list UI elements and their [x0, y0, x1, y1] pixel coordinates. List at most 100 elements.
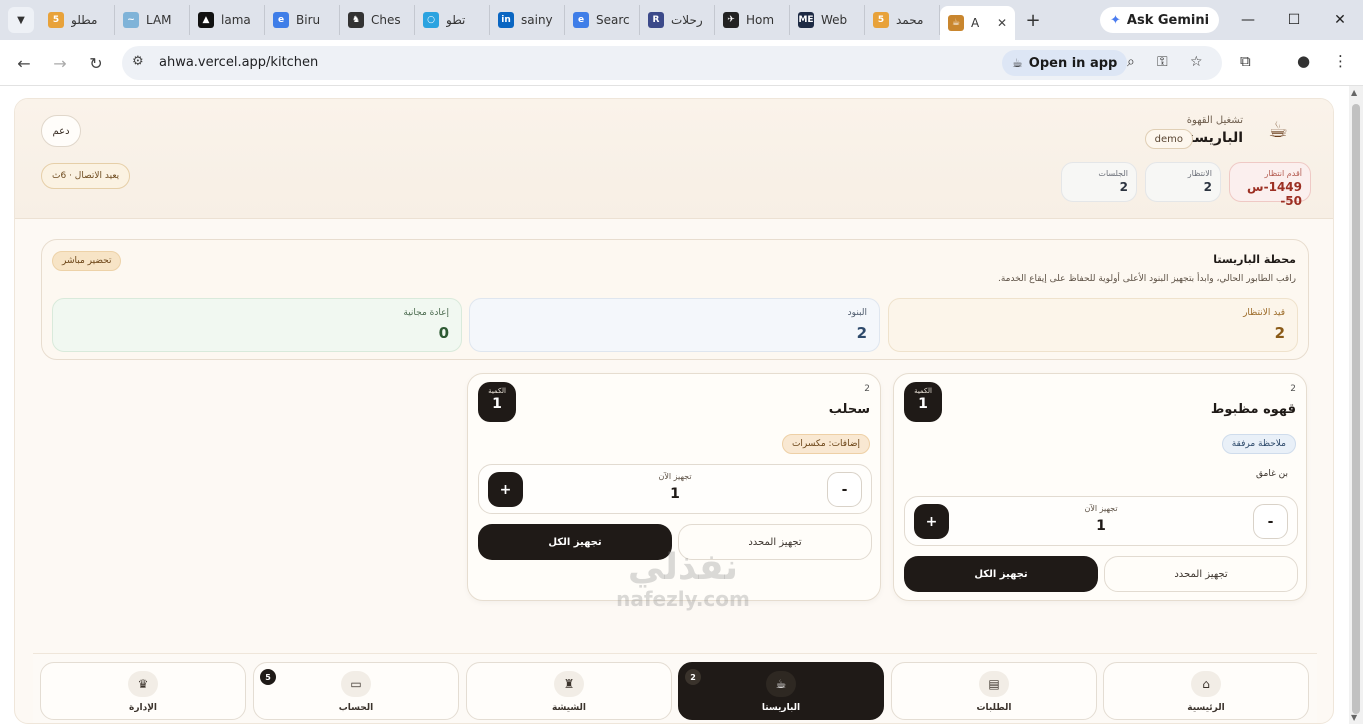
browser-tab[interactable]: in sainy	[490, 5, 565, 35]
bottom-navigation: ⌂ الرئيسية ▤ الطلبات 2 ☕ الباريستا ♜ الش…	[33, 653, 1317, 723]
app-header: ☕ تشغيل القهوة الباريستا demo أقدم انتظا…	[15, 99, 1333, 219]
tab-search-button[interactable]: ▼	[8, 7, 34, 33]
scroll-up-icon[interactable]: ▲	[1351, 88, 1357, 97]
prepare-now-stepper: + تجهيز الآن 1 -	[478, 464, 872, 514]
tab-favicon-icon: in	[498, 12, 514, 28]
nav-home[interactable]: ⌂ الرئيسية	[1103, 662, 1309, 720]
barista-station-panel: محطة الباريستا راقب الطابور الحالي، وابد…	[41, 239, 1309, 360]
app-icon: ☕	[1012, 56, 1023, 70]
browser-tab[interactable]: ~ LAM	[115, 5, 190, 35]
browser-tab[interactable]: ✈ Hom	[715, 5, 790, 35]
stat-sessions: الجلسات 2	[1061, 162, 1137, 202]
quantity-value: 1	[918, 396, 928, 412]
stepper-value: 1	[1096, 518, 1106, 534]
browser-menu-icon[interactable]: ⋮	[1333, 52, 1348, 70]
nav-barista[interactable]: 2 ☕ الباريستا	[678, 662, 884, 720]
url-text[interactable]: ahwa.vercel.app/kitchen	[159, 55, 318, 70]
stat-value: 2	[1119, 180, 1128, 194]
nav-label: الحساب	[338, 703, 374, 713]
tab-title: sainy	[521, 13, 553, 27]
quantity-label: الكمية	[914, 387, 932, 395]
tab-strip: 5 مطلو ~ LAM ▲ lama e Biru ♞ Ches ○ تطو in sainy e Sear…	[40, 0, 1015, 40]
scroll-thumb[interactable]	[1352, 104, 1360, 714]
ready-all-button[interactable]: تجهيز الكل	[904, 556, 1098, 592]
browser-tab[interactable]: ♞ Ches	[340, 5, 415, 35]
stepper-label: تجهيز الآن	[1084, 504, 1118, 513]
tab-favicon-icon: ♞	[348, 12, 364, 28]
tab-title: تطو	[446, 13, 466, 27]
nav-account[interactable]: 5 ▭ الحساب	[253, 662, 459, 720]
browser-tab[interactable]: ☕ A ✕	[940, 6, 1015, 40]
tab-title: مطلو	[71, 13, 98, 27]
ask-gemini-button[interactable]: ✦ Ask Gemini	[1100, 7, 1220, 33]
browser-tab[interactable]: 5 مطلو	[40, 5, 115, 35]
nav-orders[interactable]: ▤ الطلبات	[891, 662, 1097, 720]
new-tab-button[interactable]: +	[1019, 6, 1047, 34]
forward-button[interactable]: →	[47, 50, 73, 76]
minimize-button[interactable]: —	[1225, 0, 1271, 40]
ready-selected-button[interactable]: تجهيز المحدد	[1104, 556, 1298, 592]
brand-subtitle: تشغيل القهوة	[1186, 115, 1243, 126]
browser-tab[interactable]: ○ تطو	[415, 5, 490, 35]
quantity-label: الكمية	[488, 387, 506, 395]
extensions-icon[interactable]: ⧉	[1240, 52, 1251, 70]
quantity-badge: الكمية 1	[478, 382, 516, 422]
zoom-icon[interactable]: ⌕	[1127, 54, 1135, 70]
metric-value: 2	[856, 324, 867, 342]
maximize-button[interactable]: ☐	[1271, 0, 1317, 40]
stepper-label: تجهيز الآن	[658, 472, 692, 481]
note-attached-badge: ملاحظة مرفقة	[1221, 434, 1296, 454]
note-text: بن غامق	[1256, 469, 1288, 479]
nav-label: الشيشة	[552, 703, 586, 713]
stat-value: 2	[1203, 180, 1212, 194]
close-tab-icon[interactable]: ✕	[997, 16, 1007, 30]
tab-favicon-icon: ~	[123, 12, 139, 28]
bookmark-star-icon[interactable]: ☆	[1190, 54, 1203, 70]
order-card: 2 سحلب الكمية 1 إضافات: مكسرات + تجهيز ا…	[467, 373, 881, 601]
nav-label: الإدارة	[129, 703, 157, 713]
metric-waiting: قيد الانتظار 2	[888, 298, 1298, 352]
close-window-button[interactable]: ✕	[1317, 0, 1363, 40]
ready-selected-button[interactable]: تجهيز المحدد	[678, 524, 872, 560]
site-settings-icon[interactable]: ⚙	[132, 54, 144, 69]
open-in-app-button[interactable]: ☕ Open in app	[1002, 50, 1128, 76]
browser-tab[interactable]: 5 محمد	[865, 5, 940, 35]
hookah-icon: ♜	[554, 671, 584, 697]
coffee-cup-icon: ☕	[766, 671, 796, 697]
ready-all-button[interactable]: تجهيز الكل	[478, 524, 672, 560]
decrement-button[interactable]: -	[1253, 504, 1288, 539]
browser-tab[interactable]: e Biru	[265, 5, 340, 35]
nav-admin[interactable]: ♛ الإدارة	[40, 662, 246, 720]
tab-favicon-icon: e	[273, 12, 289, 28]
tab-favicon-icon: 5	[873, 12, 889, 28]
page-viewport: ☕ تشغيل القهوة الباريستا demo أقدم انتظا…	[0, 86, 1363, 724]
nav-shisha[interactable]: ♜ الشيشة	[466, 662, 672, 720]
quantity-badge: الكمية 1	[904, 382, 942, 422]
browser-toolbar: ← → ↻ ⚙ ahwa.vercel.app/kitchen ☕ Open in…	[0, 40, 1363, 86]
tab-title: A	[971, 16, 980, 30]
order-number: 2	[864, 384, 870, 394]
scroll-down-icon[interactable]: ▼	[1351, 713, 1357, 722]
stat-value: 1449-س 50-	[1247, 180, 1302, 208]
decrement-button[interactable]: -	[827, 472, 862, 507]
tab-title: رحلات	[671, 13, 703, 27]
tab-favicon-icon: ✈	[723, 12, 739, 28]
order-number: 2	[1290, 384, 1296, 394]
support-button[interactable]: دعم	[41, 115, 81, 147]
account-count-badge: 5	[260, 669, 276, 685]
reload-icon: ↻	[89, 53, 103, 73]
reload-button[interactable]: ↻	[83, 50, 109, 76]
browser-tab[interactable]: ▲ lama	[190, 5, 265, 35]
profile-avatar[interactable]: ●	[1297, 52, 1310, 70]
metric-label: إعادة مجانية	[403, 308, 449, 318]
page-scrollbar[interactable]: ▲ ▼	[1349, 86, 1363, 724]
ask-gemini-label: Ask Gemini	[1126, 12, 1210, 28]
address-bar[interactable]: ⚙ ahwa.vercel.app/kitchen ☕ Open in app ⌕…	[122, 46, 1222, 80]
browser-tab[interactable]: e Searc	[565, 5, 640, 35]
browser-tab[interactable]: R رحلات	[640, 5, 715, 35]
receipt-icon: ▤	[979, 671, 1009, 697]
tab-title: LAM	[146, 13, 172, 27]
back-button[interactable]: ←	[11, 50, 37, 76]
browser-tab[interactable]: ME Web	[790, 5, 865, 35]
key-icon[interactable]: ⚿	[1157, 54, 1168, 70]
